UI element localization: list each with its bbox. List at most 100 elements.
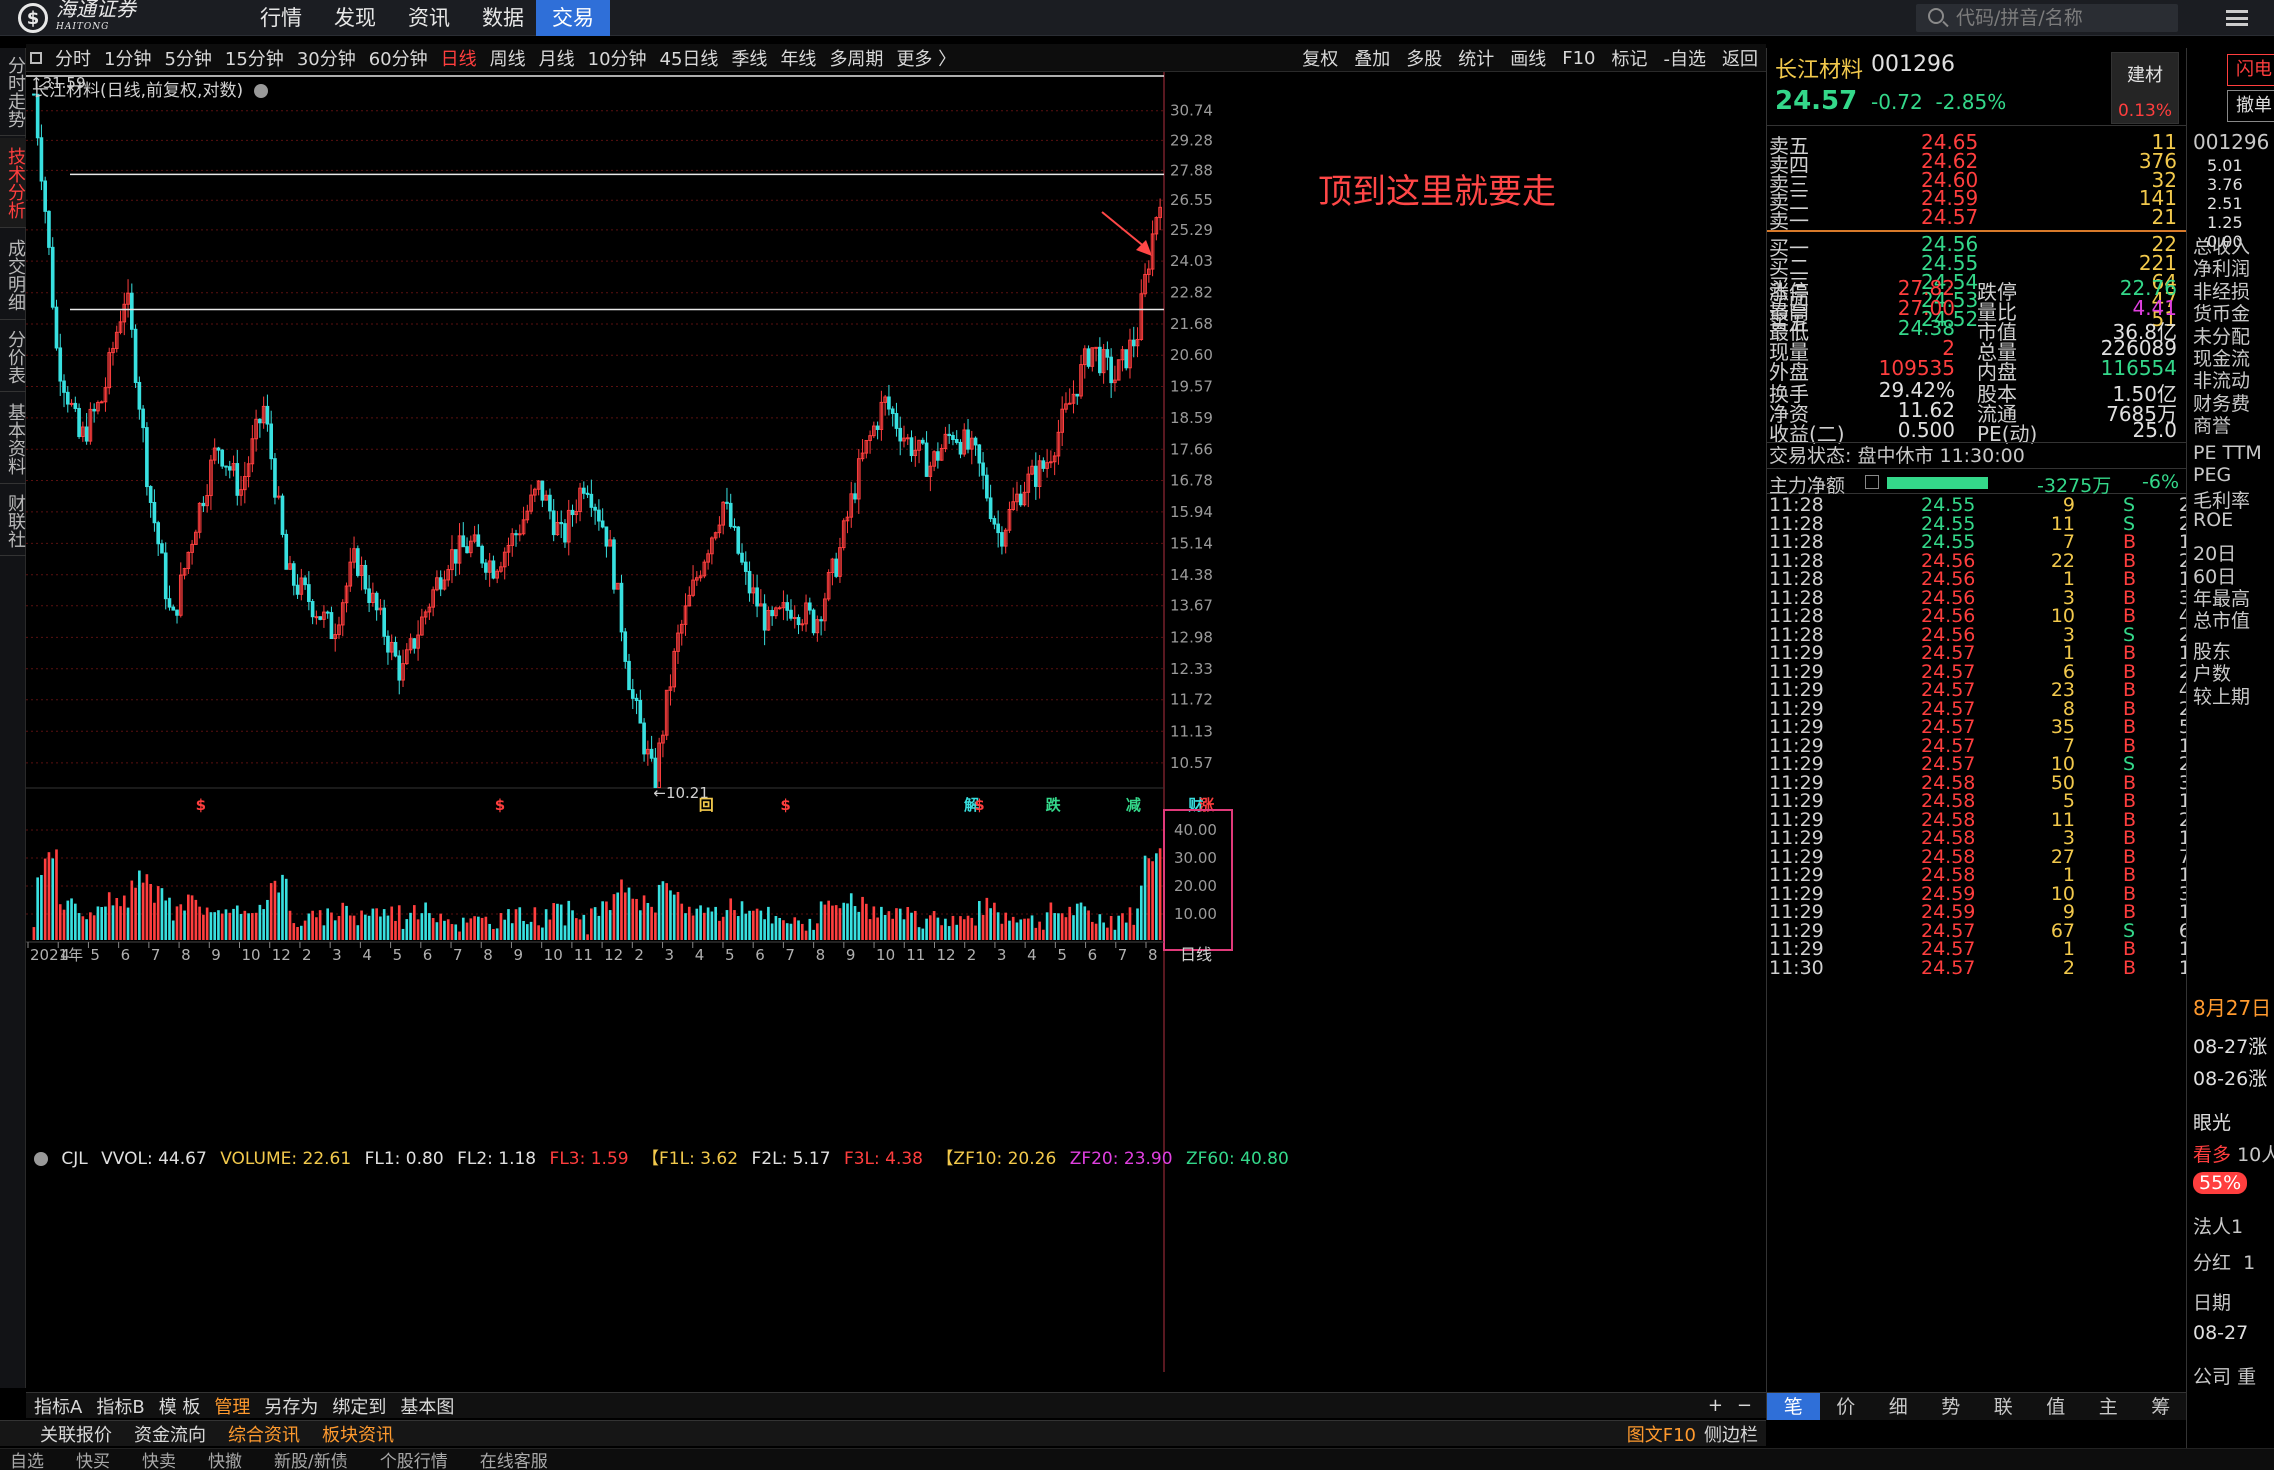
tab-technical[interactable]: 技术分析: [0, 138, 26, 228]
related-quote[interactable]: 关联报价: [40, 1421, 112, 1447]
nav-data[interactable]: 数据: [466, 0, 540, 36]
sidebar-toggle[interactable]: 侧边栏: [1704, 1421, 1758, 1447]
fundamental-label[interactable]: 商誉: [2193, 411, 2231, 438]
tick-price: 24.57: [1921, 956, 1976, 979]
bind-to[interactable]: 绑定到: [332, 1393, 386, 1419]
tool-overlay[interactable]: 叠加: [1354, 45, 1390, 71]
period-quarterly[interactable]: 季线: [731, 45, 767, 71]
period-45day[interactable]: 45日线: [660, 45, 719, 71]
tool-mark[interactable]: 标记: [1612, 45, 1648, 71]
quick-sell[interactable]: 快卖: [142, 1447, 176, 1470]
fundamental-label[interactable]: 较上期: [2193, 682, 2250, 709]
quote-tab[interactable]: 主: [2082, 1393, 2135, 1420]
quote-tab[interactable]: 笔: [1767, 1393, 1820, 1420]
period-10min[interactable]: 10分钟: [588, 45, 647, 71]
composite-news[interactable]: 综合资讯: [228, 1421, 300, 1447]
ask-row[interactable]: 卖一 24.57 21: [1767, 205, 2187, 233]
fundamental-label[interactable]: PE TTM: [2193, 442, 2262, 464]
manage[interactable]: 管理: [214, 1393, 250, 1419]
indicator-b[interactable]: 指标B: [96, 1393, 144, 1419]
volume-bar: [171, 920, 175, 940]
indicator-a[interactable]: 指标A: [34, 1393, 82, 1419]
volume-bar: [36, 877, 39, 940]
period-30min[interactable]: 30分钟: [297, 45, 356, 71]
quote-tab[interactable]: 筹: [2135, 1393, 2188, 1420]
volume-bar: [409, 912, 412, 940]
period-weekly[interactable]: 周线: [490, 45, 526, 71]
candle-down: [160, 543, 164, 554]
period-60min[interactable]: 60分钟: [369, 45, 428, 71]
tab-trade-detail[interactable]: 成交明细: [0, 230, 26, 320]
candle-down: [47, 210, 51, 248]
zoom-in-icon[interactable]: +: [1708, 1395, 1723, 1416]
layout-icon[interactable]: [30, 51, 42, 64]
period-1min[interactable]: 1分钟: [104, 45, 151, 71]
period-intraday[interactable]: 分时: [55, 45, 91, 71]
nav-trade[interactable]: 交易: [536, 0, 610, 36]
news-item-2[interactable]: 08-26涨: [2193, 1064, 2267, 1091]
tool-draw[interactable]: 画线: [1510, 45, 1546, 71]
search-input[interactable]: 代码/拼音/名称: [1916, 4, 2178, 32]
tool-back[interactable]: 返回: [1722, 45, 1758, 71]
period-daily[interactable]: 日线: [441, 45, 477, 71]
nav-discover[interactable]: 发现: [318, 0, 392, 36]
zoom-out-icon[interactable]: −: [1737, 1395, 1752, 1416]
news-item-1[interactable]: 08-27涨: [2193, 1032, 2267, 1059]
sector-news[interactable]: 板块资讯: [322, 1421, 394, 1447]
flash-button[interactable]: 闪电: [2227, 54, 2274, 86]
tool-watchlist-remove[interactable]: -自选: [1664, 45, 1707, 71]
kline-chart[interactable]: ←10.21 ↑31.59 30.7429.2827.8826.5525.292…: [26, 72, 1766, 1392]
tab-basic-info[interactable]: 基本资料: [0, 394, 26, 484]
period-yearly[interactable]: 年线: [780, 45, 816, 71]
quote-tab[interactable]: 价: [1820, 1393, 1873, 1420]
tab-price-table[interactable]: 分价表: [0, 322, 26, 392]
tool-f10[interactable]: F10: [1562, 48, 1595, 69]
period-multi[interactable]: 多周期: [829, 45, 883, 71]
quote-tab[interactable]: 值: [2030, 1393, 2083, 1420]
menu-icon[interactable]: [2226, 10, 2248, 26]
quote-tab[interactable]: 势: [1925, 1393, 1978, 1420]
industry-badge[interactable]: 建材 0.13%: [2111, 52, 2179, 124]
info-icon[interactable]: [1865, 475, 1879, 489]
fundamental-label[interactable]: ROE: [2193, 509, 2233, 531]
volume-bar: [755, 908, 759, 940]
tool-multi-stock[interactable]: 多股: [1406, 45, 1442, 71]
tab-intraday[interactable]: 分时走势: [0, 48, 26, 136]
stock-quote[interactable]: 个股行情: [380, 1447, 448, 1470]
fundamental-label[interactable]: 总市值: [2193, 606, 2250, 633]
volume-bar: [883, 914, 887, 940]
tool-stats[interactable]: 统计: [1458, 45, 1494, 71]
nav-news[interactable]: 资讯: [392, 0, 466, 36]
dividend-text: 分红: [2193, 1252, 2232, 1274]
online-support[interactable]: 在线客服: [480, 1447, 548, 1470]
tool-adjust[interactable]: 复权: [1302, 45, 1338, 71]
period-15min[interactable]: 15分钟: [225, 45, 284, 71]
period-monthly[interactable]: 月线: [539, 45, 575, 71]
volume-bars: [32, 848, 1162, 940]
template[interactable]: 模 板: [159, 1393, 201, 1419]
app-logo[interactable]: $ 海通证券 HAITONG: [18, 0, 136, 33]
save-as[interactable]: 另存为: [264, 1393, 318, 1419]
volume-bar: [823, 904, 827, 940]
quick-cancel[interactable]: 快撤: [208, 1447, 242, 1470]
fundamental-label[interactable]: PEG: [2193, 464, 2231, 486]
tab-cailian[interactable]: 财联社: [0, 486, 26, 556]
collapse-icon[interactable]: [34, 1152, 48, 1166]
quote-tab[interactable]: 联: [1977, 1393, 2030, 1420]
nav-market[interactable]: 行情: [244, 0, 318, 36]
volume-bar: [337, 915, 341, 940]
cancel-order-button[interactable]: 撤单: [2227, 90, 2274, 122]
period-5min[interactable]: 5分钟: [164, 45, 211, 71]
fund-flow[interactable]: 资金流向: [134, 1421, 206, 1447]
basic-chart[interactable]: 基本图: [400, 1393, 454, 1419]
event-marker: 回: [699, 796, 714, 814]
quick-buy[interactable]: 快买: [76, 1447, 110, 1470]
volume-bar: [149, 883, 152, 940]
dropdown-icon[interactable]: [254, 84, 269, 98]
quick-watchlist[interactable]: 自选: [10, 1447, 44, 1470]
f10-text[interactable]: 图文F10: [1627, 1421, 1696, 1447]
volume-bar: [748, 910, 751, 940]
ipo[interactable]: 新股/新债: [274, 1447, 348, 1470]
quote-tab[interactable]: 细: [1872, 1393, 1925, 1420]
period-more[interactable]: 更多 〉: [896, 45, 956, 71]
